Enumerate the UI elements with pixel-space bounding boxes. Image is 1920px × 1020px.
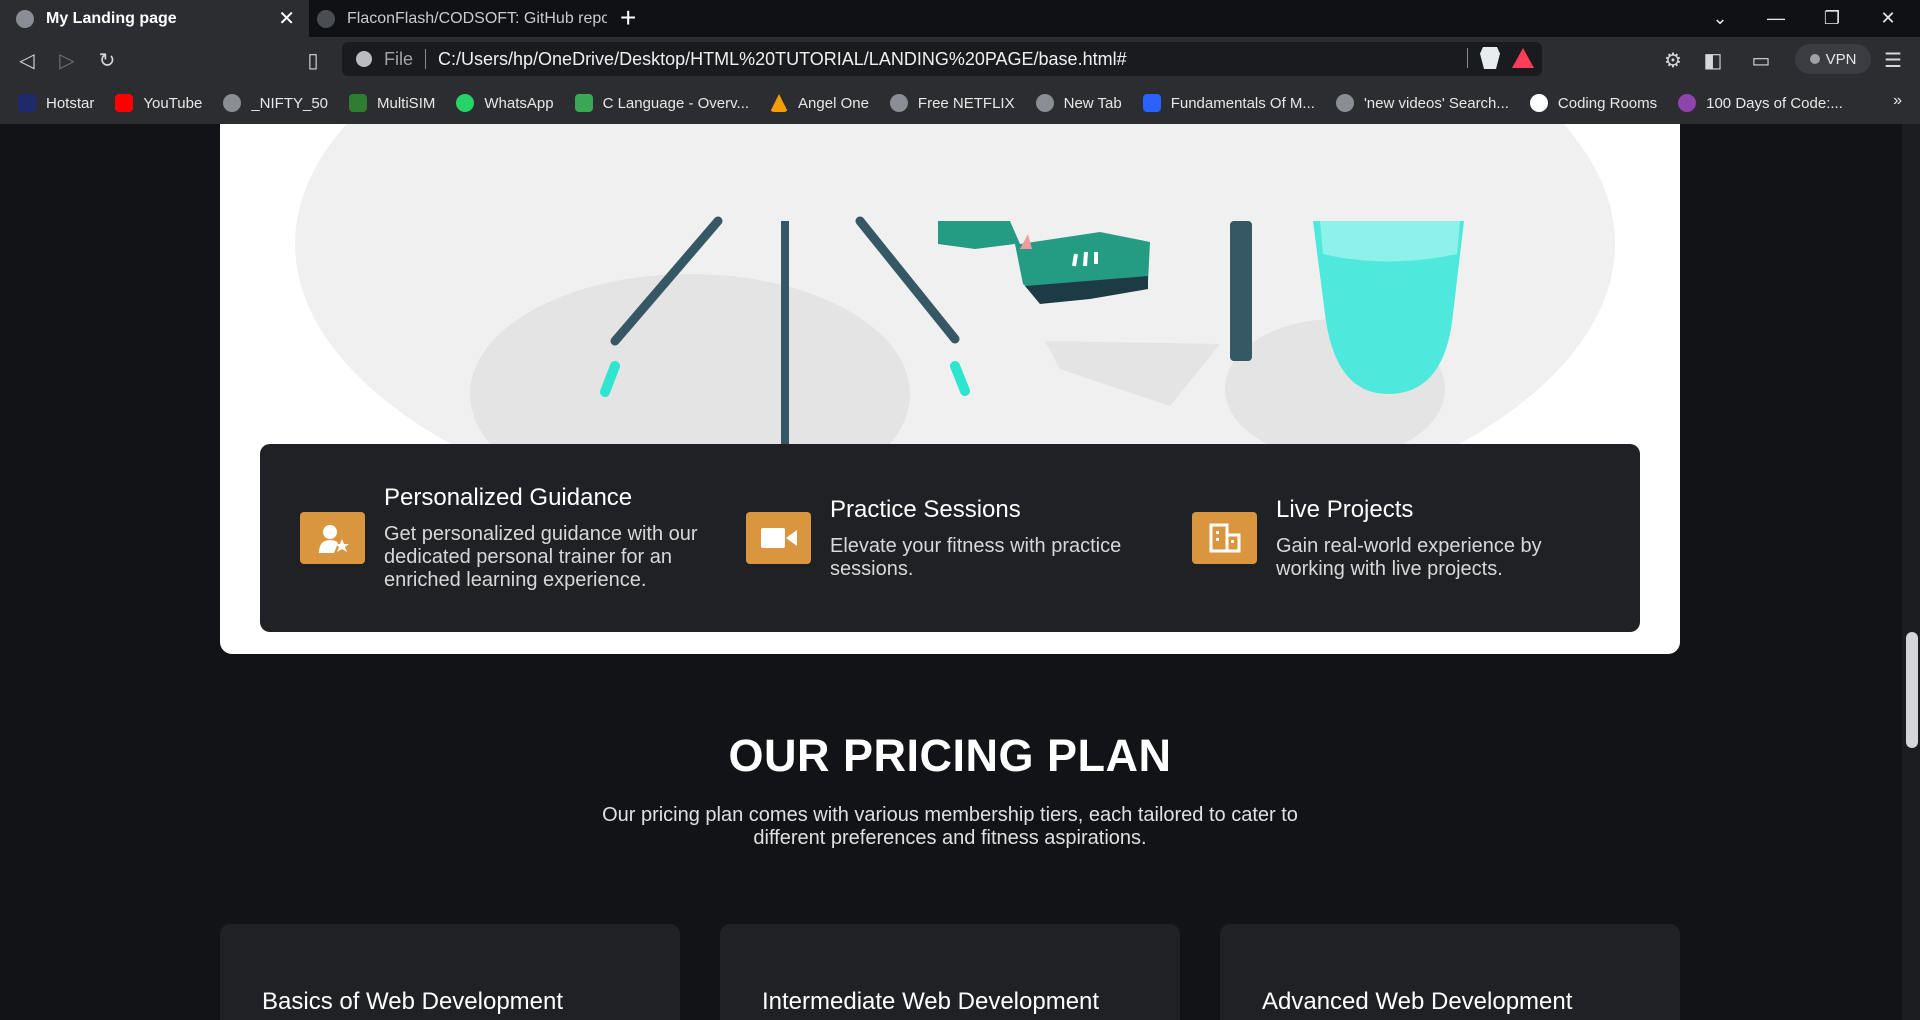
bookmark-item[interactable]: Fundamentals Of M... — [1142, 94, 1315, 112]
pricing-title: OUR PRICING PLAN — [728, 730, 1172, 781]
globe-icon — [1335, 94, 1354, 112]
bookmark-item[interactable]: _NIFTY_50 — [223, 94, 328, 112]
hotstar-icon — [18, 94, 36, 112]
bookmark-item[interactable]: C Language - Overv... — [574, 94, 750, 112]
tab-search-chevron-icon[interactable]: ⌄ — [1692, 0, 1748, 37]
bookmark-item[interactable]: Hotstar — [18, 94, 94, 112]
bookmark-icon[interactable]: ▯ — [298, 45, 328, 75]
angel-one-icon — [770, 94, 789, 112]
bookmark-item[interactable]: 'new videos' Search... — [1335, 94, 1509, 112]
100-days-icon — [1678, 94, 1697, 112]
feature-description: Elevate your fitness with practice sessi… — [830, 535, 1122, 580]
address-bar[interactable]: File C:/Users/hp/OneDrive/Desktop/HTML%2… — [342, 42, 1542, 76]
fundamentals-icon — [1142, 94, 1161, 112]
info-icon[interactable] — [356, 51, 372, 67]
extensions-icon[interactable]: ⚙ — [1658, 45, 1688, 75]
globe-icon — [889, 94, 908, 112]
bookmark-item[interactable]: YouTube — [115, 94, 202, 112]
url-divider — [1467, 48, 1468, 68]
tab-my-landing-page[interactable]: My Landing page ✕ — [0, 0, 309, 37]
bookmark-item[interactable]: Free NETFLIX — [889, 94, 1015, 112]
url-separator — [425, 49, 427, 69]
plan-card-intermediate[interactable]: Intermediate Web Development — [720, 924, 1180, 1020]
bookmark-label: Coding Rooms — [1557, 94, 1658, 112]
page-viewport: Personalized Guidance Get personalized g… — [0, 124, 1902, 1020]
tab-github[interactable]: FlaconFlash/CODSOFT: GitHub reposit — [311, 0, 607, 37]
bookmark-item[interactable]: 100 Days of Code:... — [1678, 94, 1843, 112]
bookmark-label: 'new videos' Search... — [1363, 94, 1509, 112]
brave-rewards-icon[interactable] — [1512, 48, 1534, 68]
tab-title: FlaconFlash/CODSOFT: GitHub reposit — [347, 9, 607, 27]
tab-bar: My Landing page ✕ FlaconFlash/CODSOFT: G… — [0, 0, 1920, 37]
bookmark-label: MultiSIM — [377, 94, 436, 112]
bookmark-item[interactable]: WhatsApp — [456, 94, 554, 112]
github-icon — [317, 9, 335, 28]
feature-title: Personalized Guidance — [384, 484, 633, 511]
vpn-status-icon — [1809, 54, 1820, 64]
bookmark-label: C Language - Overv... — [602, 94, 750, 112]
sidebar-icon[interactable]: ◧ — [1698, 45, 1728, 75]
bookmark-item[interactable]: Angel One — [770, 94, 869, 112]
feature-live-projects: Live Projects Gain real-world experience… — [1152, 444, 1612, 632]
navigation-toolbar: ◁ ▷ ↻ ▯ File C:/Users/hp/OneDrive/Deskto… — [0, 37, 1920, 82]
page-scrollbar[interactable] — [1902, 124, 1920, 1020]
feature-practice-sessions: Practice Sessions Elevate your fitness w… — [706, 444, 1166, 632]
brave-shields-icon[interactable] — [1480, 47, 1500, 69]
close-window-icon[interactable]: ✕ — [1860, 0, 1916, 37]
bookmark-label: Free NETFLIX — [917, 94, 1015, 112]
features-panel: Personalized Guidance Get personalized g… — [260, 444, 1640, 632]
back-icon[interactable]: ◁ — [12, 45, 42, 75]
bookmark-item[interactable]: New Tab — [1035, 94, 1122, 112]
feature-description: Gain real-world experience by working wi… — [1276, 535, 1542, 580]
globe-icon — [1035, 94, 1054, 112]
bookmark-label: New Tab — [1063, 94, 1122, 112]
c-language-icon — [574, 94, 593, 112]
pricing-subtitle: Our pricing plan comes with various memb… — [602, 804, 1298, 849]
feature-title: Live Projects — [1276, 496, 1414, 523]
plan-title: Basics of Web Development — [262, 988, 564, 1015]
plan-title: Intermediate Web Development — [762, 988, 1100, 1015]
bookmark-label: YouTube — [143, 94, 203, 112]
wallet-icon[interactable]: ▭ — [1746, 45, 1776, 75]
video-camera-icon — [746, 512, 811, 564]
building-icon — [1192, 512, 1257, 564]
feature-description: Get personalized guidance with our dedic… — [384, 523, 698, 591]
whatsapp-icon — [456, 94, 475, 112]
minimize-icon[interactable]: — — [1748, 0, 1804, 37]
bookmark-item[interactable]: MultiSIM — [349, 94, 435, 112]
tab-title: My Landing page — [46, 9, 177, 27]
menu-icon[interactable]: ☰ — [1878, 45, 1908, 75]
new-tab-icon[interactable]: + — [620, 2, 636, 34]
bookmark-label: Angel One — [798, 94, 869, 112]
plan-card-advanced[interactable]: Advanced Web Development — [1220, 924, 1680, 1020]
trainer-icon — [300, 512, 365, 564]
scrollbar-thumb[interactable] — [1906, 632, 1918, 748]
feature-title: Practice Sessions — [830, 496, 1021, 523]
youtube-icon — [115, 94, 134, 112]
plan-card-basics[interactable]: Basics of Web Development — [220, 924, 680, 1020]
coding-rooms-icon — [1529, 94, 1548, 112]
bookmark-label: Fundamentals Of M... — [1170, 94, 1315, 112]
bookmark-item[interactable]: Coding Rooms — [1529, 94, 1658, 112]
bookmark-label: 100 Days of Code:... — [1706, 94, 1843, 112]
multisim-icon — [349, 94, 368, 112]
close-tab-icon[interactable]: ✕ — [278, 6, 295, 31]
bookmark-label: WhatsApp — [484, 94, 554, 112]
more-bookmarks-icon[interactable]: » — [1893, 92, 1902, 110]
restore-icon[interactable]: ❐ — [1804, 0, 1860, 37]
url-text[interactable]: C:/Users/hp/OneDrive/Desktop/HTML%20TUTO… — [438, 49, 1127, 70]
vpn-label: VPN — [1825, 50, 1857, 68]
url-scheme: File — [384, 48, 414, 69]
bookmark-label: _NIFTY_50 — [251, 94, 329, 112]
forward-icon[interactable]: ▷ — [52, 45, 82, 75]
globe-icon — [16, 9, 34, 28]
bookmark-label: Hotstar — [46, 94, 95, 112]
reload-icon[interactable]: ↻ — [92, 45, 122, 75]
feature-personalized-guidance: Personalized Guidance Get personalized g… — [260, 444, 720, 632]
plan-title: Advanced Web Development — [1262, 988, 1573, 1015]
bookmarks-bar: Hotstar YouTube _NIFTY_50 MultiSIM Whats… — [0, 82, 1920, 124]
vpn-button[interactable]: VPN — [1795, 44, 1871, 74]
globe-icon — [223, 94, 242, 112]
